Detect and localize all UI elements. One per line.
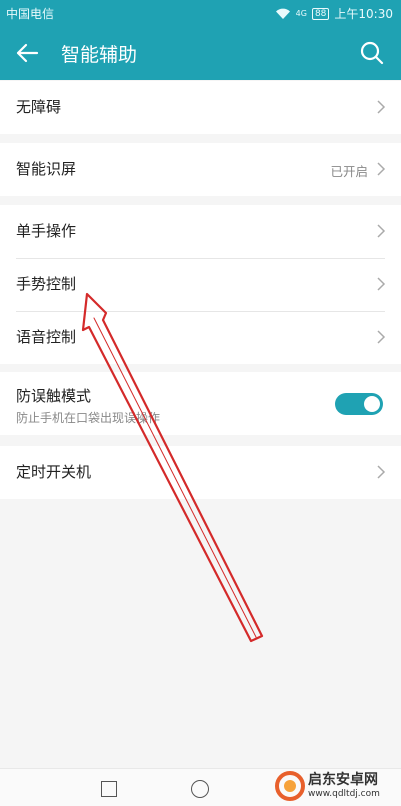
list-item-voice-control[interactable]: 语音控制: [0, 311, 401, 364]
chevron-right-icon: [377, 330, 386, 344]
list-item-gesture-control[interactable]: 手势控制: [0, 258, 401, 311]
list-item-scheduled-power[interactable]: 定时开关机: [0, 446, 401, 499]
network-type: 4G: [295, 9, 307, 18]
watermark-brand: 启东安卓网: [308, 772, 378, 788]
app-bar: 智能辅助: [0, 26, 401, 80]
item-subtitle: 防止手机在口袋出现误操作: [16, 411, 161, 425]
chevron-right-icon: [377, 277, 386, 291]
list-item-screen-recognition[interactable]: 智能识屏 已开启: [0, 143, 401, 196]
list-item-accessibility[interactable]: 无障碍: [0, 81, 401, 134]
item-label: 防误触模式: [16, 387, 92, 405]
battery-icon: 88: [311, 7, 330, 20]
settings-group-scheduled-power: 定时开关机: [0, 446, 401, 499]
item-status: 已开启: [330, 164, 368, 179]
chevron-right-icon: [377, 162, 386, 176]
item-label: 定时开关机: [16, 463, 92, 481]
settings-group-accessibility: 无障碍: [0, 81, 401, 134]
watermark-site: www.qdltdj.com: [308, 789, 380, 799]
item-label: 智能识屏: [16, 160, 77, 178]
status-icons: 4G 88 上午10:30: [275, 5, 393, 22]
wifi-icon: [275, 8, 290, 19]
list-item-one-hand[interactable]: 单手操作: [0, 205, 401, 258]
arrow-left-icon: [16, 43, 39, 63]
list-item-pocket-mode[interactable]: 防误触模式 防止手机在口袋出现误操作: [0, 372, 401, 435]
divider: [16, 311, 385, 312]
search-icon: [360, 41, 384, 65]
search-button[interactable]: [355, 36, 389, 70]
back-button[interactable]: [10, 36, 44, 70]
watermark: 启东安卓网 www.qdltdj.com: [274, 769, 401, 803]
carrier-name: 中国电信: [6, 7, 55, 21]
recent-apps-button[interactable]: [101, 781, 117, 797]
chevron-right-icon: [377, 465, 386, 479]
settings-group-pocket-mode: 防误触模式 防止手机在口袋出现误操作: [0, 372, 401, 435]
settings-group-controls: 单手操作 手势控制 语音控制: [0, 205, 401, 364]
status-bar: 中国电信 4G 88 上午10:30: [0, 0, 401, 26]
home-button[interactable]: [191, 780, 209, 798]
brand-logo-icon: [275, 771, 305, 801]
divider: [16, 258, 385, 259]
item-label: 手势控制: [16, 275, 77, 293]
clock: 上午10:30: [334, 7, 393, 21]
page-title: 智能辅助: [61, 44, 138, 66]
item-label: 单手操作: [16, 222, 77, 240]
settings-group-screen-recognition: 智能识屏 已开启: [0, 143, 401, 196]
chevron-right-icon: [377, 224, 386, 238]
pocket-mode-toggle[interactable]: [335, 393, 383, 415]
toggle-knob: [364, 396, 380, 412]
item-label: 语音控制: [16, 328, 77, 346]
chevron-right-icon: [377, 100, 386, 114]
item-label: 无障碍: [16, 98, 62, 116]
